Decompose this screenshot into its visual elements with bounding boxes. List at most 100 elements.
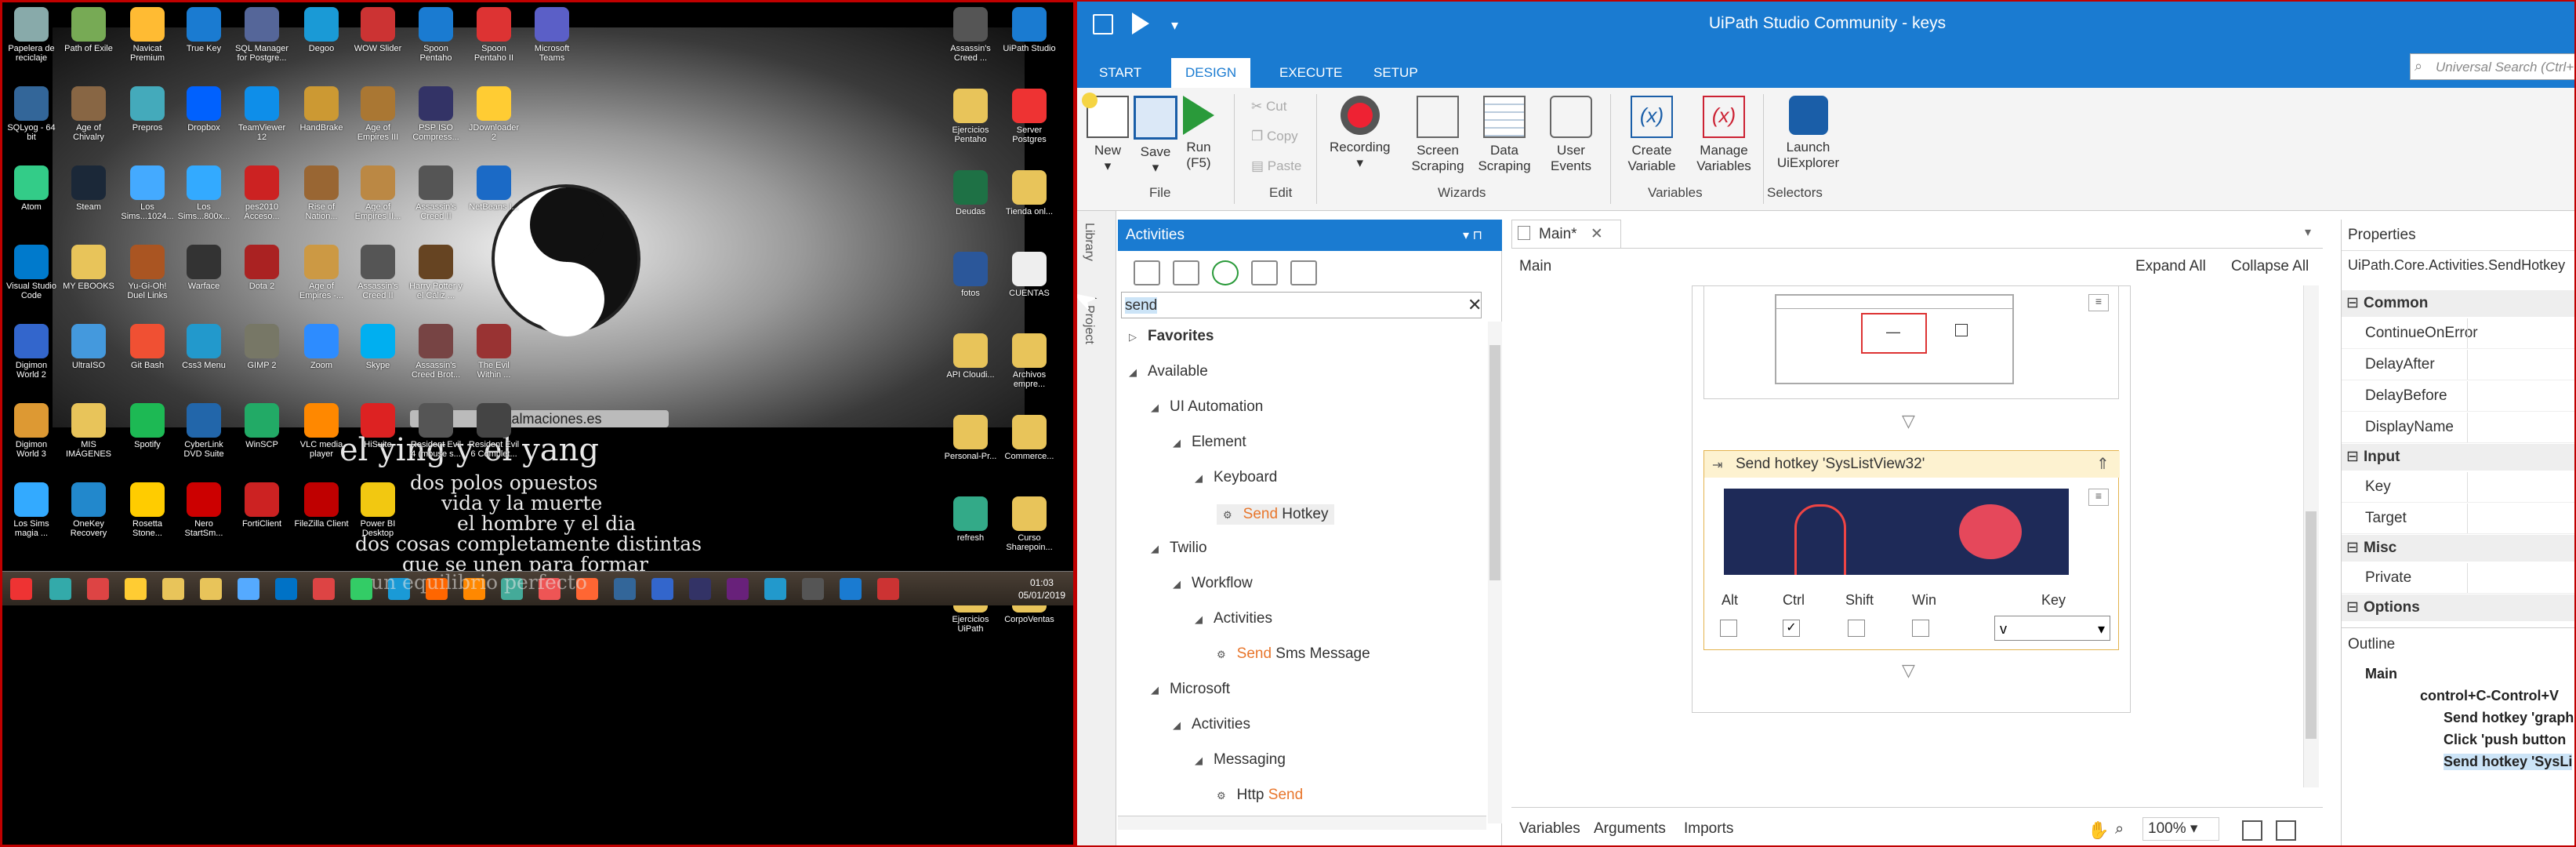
desktop-icon[interactable]: TeamViewer 12: [234, 86, 289, 142]
activity-menu-icon[interactable]: ≡: [2088, 489, 2109, 506]
collapse-activity-icon[interactable]: ⇑: [2096, 454, 2110, 474]
activity-category[interactable]: ◢ Element: [1173, 434, 1246, 451]
activity-card-click[interactable]: — ≡: [1703, 285, 2119, 399]
property-value-field[interactable]: [2467, 413, 2574, 442]
taskbar-app-icon[interactable]: [651, 578, 673, 600]
desktop-icon[interactable]: Curso Sharepoin...: [1002, 496, 1057, 552]
desktop-icon[interactable]: Navicat Premium: [120, 7, 175, 63]
property-category[interactable]: Misc: [2342, 535, 2574, 562]
desktop-icon[interactable]: True Key: [176, 7, 231, 53]
property-value-field[interactable]: [2467, 503, 2574, 533]
activity-category[interactable]: ▷ Favorites: [1129, 328, 1214, 345]
desktop-icon[interactable]: Steam: [61, 165, 116, 212]
desktop-icon[interactable]: fotos: [943, 252, 998, 298]
taskbar-app-icon[interactable]: [313, 578, 335, 600]
desktop-icon[interactable]: Visual Studio Code: [4, 245, 59, 300]
win-checkbox[interactable]: [1912, 620, 1929, 637]
desktop-icon[interactable]: CyberLink DVD Suite: [176, 403, 231, 459]
taskbar-app-icon[interactable]: [614, 578, 636, 600]
desktop-icon[interactable]: SQL Manager for Postgre...: [234, 7, 289, 63]
tab-setup[interactable]: SETUP: [1359, 58, 1432, 88]
desktop-icon[interactable]: Prepros: [120, 86, 175, 133]
desktop-icon[interactable]: Age of Empires -...: [294, 245, 349, 300]
tab-library[interactable]: Library: [1082, 223, 1096, 261]
property-row[interactable]: Private: [2342, 563, 2574, 594]
desktop-icon[interactable]: Spoon Pentaho: [408, 7, 463, 63]
pan-hand-icon[interactable]: ✋: [2088, 820, 2109, 841]
desktop-icon[interactable]: JDownloader 2: [466, 86, 521, 142]
desktop-icon[interactable]: Assassin's Creed II: [408, 165, 463, 221]
desktop-icon[interactable]: WOW Slider: [350, 7, 405, 53]
desktop-icon[interactable]: Resident Evil 6 Complet...: [466, 403, 521, 459]
variables-tab[interactable]: Variables: [1519, 820, 1580, 838]
taskbar-clock[interactable]: 01:03 05/01/2019: [1018, 576, 1065, 602]
property-row[interactable]: Target: [2342, 503, 2574, 534]
expand-all-icon[interactable]: [1134, 260, 1160, 285]
save-button[interactable]: Save ▾: [1134, 96, 1177, 176]
activity-category[interactable]: ◢ Activities: [1195, 610, 1272, 627]
desktop-icon[interactable]: MY EBOOKS: [61, 245, 116, 291]
imports-tab[interactable]: Imports: [1684, 820, 1733, 838]
taskbar-app-icon[interactable]: [802, 578, 824, 600]
tab-design[interactable]: DESIGN: [1171, 58, 1251, 88]
desktop-icon[interactable]: Assassin's Creed ...: [943, 7, 998, 63]
desktop-icon[interactable]: FortiClient: [234, 482, 289, 529]
activity-category[interactable]: ◢ Messaging: [1195, 751, 1286, 769]
desktop-icon[interactable]: Los Sims magia ...: [4, 482, 59, 538]
desktop-icon[interactable]: Yu-Gi-Oh! Duel Links: [120, 245, 175, 300]
key-select[interactable]: v ▾: [1994, 616, 2110, 641]
activity-category[interactable]: ◢ Workflow: [1173, 575, 1253, 592]
shift-checkbox[interactable]: [1848, 620, 1865, 637]
desktop-icon[interactable]: Papelera de reciclaje: [4, 7, 59, 63]
desktop-icon[interactable]: Git Bash: [120, 324, 175, 370]
taskbar-app-icon[interactable]: [200, 578, 222, 600]
desktop-icon[interactable]: UiPath Studio: [1002, 7, 1057, 53]
overview-icon[interactable]: [2276, 820, 2296, 841]
desktop-icon[interactable]: Skype: [350, 324, 405, 370]
property-category[interactable]: Common: [2342, 290, 2574, 317]
outline-item-main[interactable]: Main: [2365, 666, 2397, 682]
arguments-tab[interactable]: Arguments: [1594, 820, 1666, 838]
alt-checkbox[interactable]: [1720, 620, 1737, 637]
desktop-icon[interactable]: Zoom: [294, 324, 349, 370]
user-events-button[interactable]: User Events: [1540, 96, 1602, 174]
property-value-field[interactable]: [2467, 563, 2574, 593]
desktop-icon[interactable]: GIMP 2: [234, 324, 289, 370]
new-button[interactable]: New ▾: [1082, 93, 1129, 174]
zoom-search-icon[interactable]: ⌕: [2115, 820, 2124, 838]
collapse-all-icon[interactable]: [1173, 260, 1199, 285]
activity-category[interactable]: ◢ Activities: [1173, 716, 1250, 733]
desktop-icon[interactable]: pes2010 Acceso...: [234, 165, 289, 221]
desktop-icon[interactable]: Rosetta Stone...: [120, 482, 175, 538]
tab-start[interactable]: START: [1085, 58, 1156, 88]
tab-project[interactable]: Project: [1082, 305, 1096, 344]
activity-item[interactable]: ⚙ Send Hotkey: [1217, 504, 1335, 525]
filter-list-icon[interactable]: [1251, 260, 1278, 285]
property-row[interactable]: DisplayName: [2342, 413, 2574, 443]
property-row[interactable]: Key: [2342, 472, 2574, 503]
desktop-icon[interactable]: Rise of Nation...: [294, 165, 349, 221]
screen-scraping-button[interactable]: Screen Scraping: [1406, 96, 1469, 174]
desktop-icon[interactable]: Resident Evil 4 (mouse s...: [408, 403, 463, 459]
desktop-icon[interactable]: refresh: [943, 496, 998, 543]
activities-search-input[interactable]: send: [1121, 292, 1482, 318]
desktop-icon[interactable]: Dota 2: [234, 245, 289, 291]
taskbar-app-icon[interactable]: [125, 578, 147, 600]
taskbar-app-icon[interactable]: [275, 578, 297, 600]
property-value-field[interactable]: [2467, 472, 2574, 502]
property-row[interactable]: DelayAfter: [2342, 350, 2574, 380]
property-value-field[interactable]: [2467, 350, 2574, 380]
desktop-icon[interactable]: MIS IMÁGENES: [61, 403, 116, 459]
desktop-icon[interactable]: FileZilla Client: [294, 482, 349, 529]
activity-menu-icon[interactable]: ≡: [2088, 294, 2109, 311]
activity-category[interactable]: ◢ Keyboard: [1195, 469, 1277, 486]
start-button[interactable]: [10, 578, 32, 600]
taskbar-app-icon[interactable]: [877, 578, 899, 600]
activities-scroll-thumb[interactable]: [1489, 345, 1500, 580]
taskbar-app-icon[interactable]: [49, 578, 71, 600]
desktop-icon[interactable]: Archivos empre...: [1002, 333, 1057, 389]
property-value-field[interactable]: [2467, 381, 2574, 411]
desktop-icon[interactable]: Degoo: [294, 7, 349, 53]
desktop-icon[interactable]: Assassin's Creed Brot...: [408, 324, 463, 380]
expand-all-link[interactable]: Expand All: [2135, 258, 2206, 275]
